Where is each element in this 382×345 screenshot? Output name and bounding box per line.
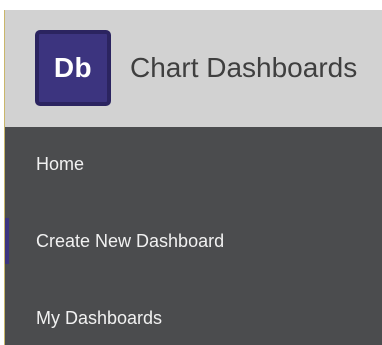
sidebar-item-label: Home: [36, 154, 85, 174]
app-title: Chart Dashboards: [130, 52, 358, 83]
sidebar-header: Db Chart Dashboards: [5, 10, 382, 127]
sidebar-item-label: Create New Dashboard: [36, 231, 225, 251]
sidebar-item-my-dashboards[interactable]: My Dashboards: [5, 291, 382, 345]
sidebar-nav: Home Create New Dashboard My Dashboards: [5, 127, 382, 345]
sidebar: Db Chart Dashboards Home Create New Dash…: [5, 10, 382, 345]
sidebar-item-label: My Dashboards: [36, 308, 163, 328]
sidebar-item-create-new-dashboard[interactable]: Create New Dashboard: [5, 214, 382, 268]
active-item-indicator: [5, 218, 9, 264]
app-frame: Db Chart Dashboards Home Create New Dash…: [0, 0, 382, 345]
app-logo[interactable]: Db: [35, 30, 111, 106]
sidebar-item-home[interactable]: Home: [5, 137, 382, 191]
